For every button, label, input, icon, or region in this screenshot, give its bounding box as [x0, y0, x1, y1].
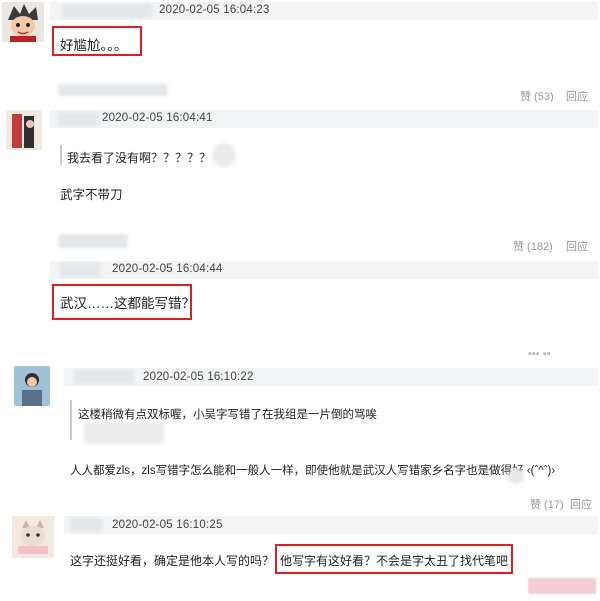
highlight-box [52, 26, 142, 56]
quoted-reply [70, 400, 76, 440]
highlight-box [275, 544, 513, 574]
like-button[interactable]: 赞 (53) [520, 88, 554, 104]
avatar[interactable] [6, 110, 42, 150]
avatar[interactable] [14, 366, 50, 406]
quoted-reply [60, 145, 66, 165]
redacted-text [58, 234, 128, 248]
quoted-text: 我去看了没有啊？？？？？ [67, 151, 212, 165]
redacted-image [84, 422, 164, 444]
comment-timestamp: 2020-02-05 16:04:23 [159, 4, 270, 16]
watermark [528, 578, 596, 594]
photo-avatar-icon [14, 366, 50, 406]
cartoon-avatar-icon [2, 2, 44, 42]
comment-timestamp: 2020-02-05 16:04:41 [102, 112, 213, 124]
avatar[interactable] [2, 2, 44, 42]
username-redacted[interactable] [74, 370, 134, 384]
cat-avatar-icon [12, 516, 54, 558]
username-redacted[interactable] [60, 263, 100, 277]
avatar[interactable] [12, 516, 54, 558]
comment-body: 武字不带刀 [60, 188, 123, 202]
username-redacted[interactable] [70, 518, 102, 532]
comment-timestamp: 2020-02-05 16:10:22 [143, 371, 254, 383]
reply-button[interactable]: 回应 [566, 88, 588, 104]
redacted-text [58, 84, 168, 96]
like-button[interactable]: 赞 (182) [513, 238, 553, 254]
highlight-box [52, 284, 192, 320]
comment-timestamp: 2020-02-05 16:04:44 [112, 263, 223, 275]
reply-button[interactable]: 回应 [570, 496, 592, 512]
username-redacted[interactable] [62, 4, 152, 18]
comment-body: 人人都爱zls，zls写错字怎么能和一般人一样，即使他就是武汉人写错家乡名字也是… [70, 465, 556, 477]
comment-body: 这字还挺好看，确定是他本人写的吗？ [70, 554, 275, 568]
username-redacted[interactable] [58, 112, 98, 126]
quoted-text: 这楼稍微有点双标喔，小吴字写错了在我组是一片倒的骂唉 [78, 409, 377, 421]
redacted-icon [212, 143, 236, 167]
illustration-avatar-icon [6, 110, 42, 150]
like-button[interactable]: 赞 (17) [530, 496, 564, 512]
comment-timestamp: 2020-02-05 16:10:25 [112, 519, 223, 531]
truncated-meta: ▪▪▪ ▪▪ [528, 348, 551, 360]
reply-button[interactable]: 回应 [566, 238, 588, 254]
redacted-icon [508, 468, 524, 484]
